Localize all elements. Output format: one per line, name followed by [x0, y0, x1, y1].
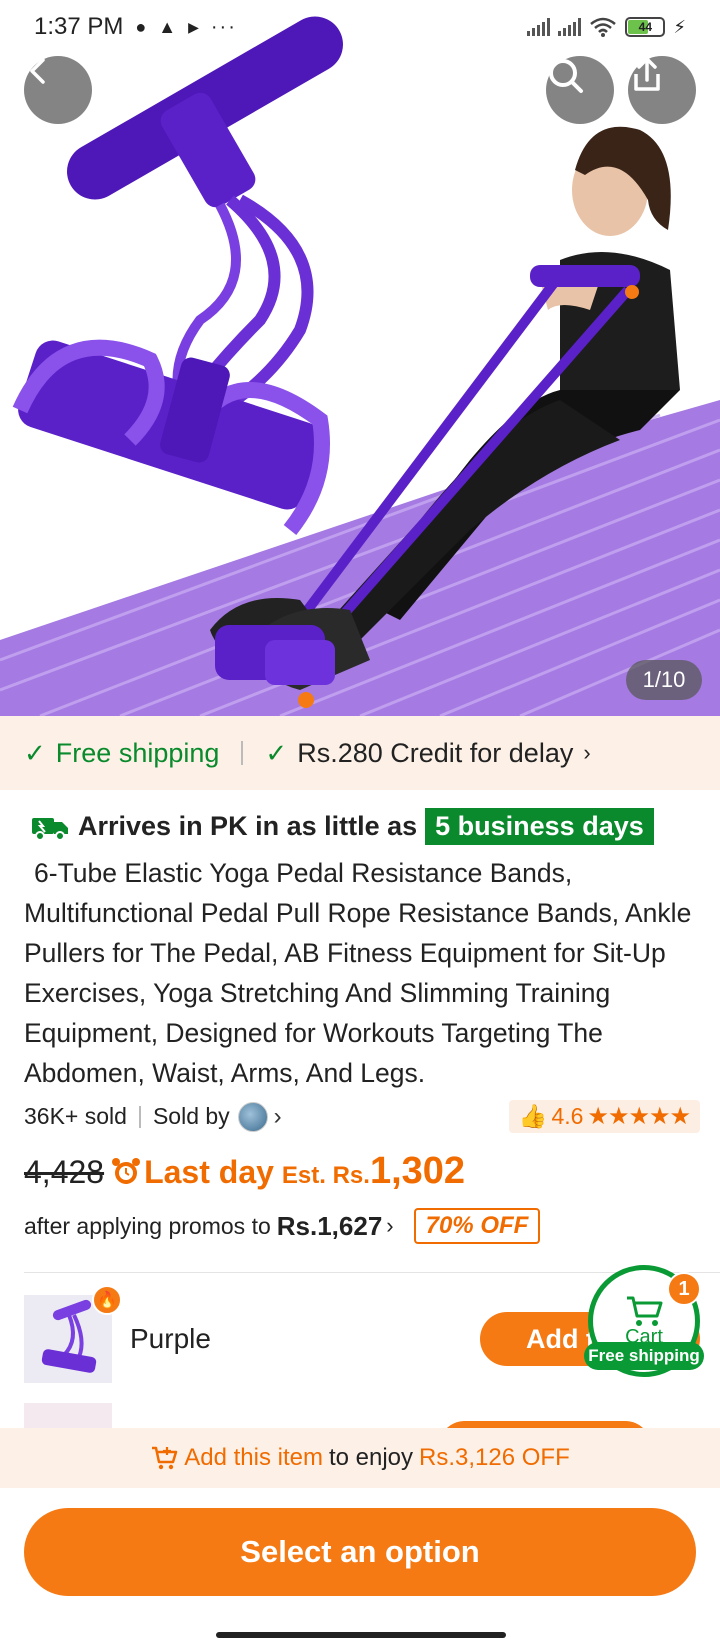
chevron-right-icon: ›: [583, 740, 591, 765]
battery-level: 44: [638, 20, 653, 34]
shipping-strip[interactable]: ✓ Free shipping ✓ Rs.280 Credit for dela…: [0, 716, 720, 790]
est-label: Est. Rs.: [281, 1162, 370, 1189]
sold-row: 36K+ sold Sold by › 👍 4.6 ★★★★★: [24, 1100, 700, 1133]
promo-action: Add this item: [184, 1444, 323, 1471]
back-button[interactable]: [24, 56, 92, 124]
arrival-text: Arrives in PK in as little as: [78, 811, 418, 841]
thumbs-up-icon: 👍: [518, 1103, 548, 1129]
select-option-button[interactable]: Select an option: [24, 1508, 696, 1596]
search-button[interactable]: [546, 56, 614, 124]
check-icon: ✓: [265, 737, 288, 768]
product-photo: [0, 16, 720, 716]
promo-price: Rs.1,627: [276, 1210, 383, 1241]
charging-icon: ⚡: [673, 16, 686, 37]
sold-by-label: Sold by: [152, 1103, 230, 1129]
signal-icon: [558, 18, 582, 36]
add-item-promo-banner[interactable]: Add this item to enjoy Rs.3,126 OFF: [0, 1428, 720, 1488]
rating-value: 4.6: [551, 1103, 584, 1129]
truck-icon: [32, 817, 68, 841]
back-icon: [30, 58, 45, 84]
share-button[interactable]: [628, 56, 696, 124]
status-time: 1:37 PM: [34, 13, 124, 40]
discount-badge: 70% OFF: [413, 1208, 541, 1244]
last-day-label: Last day: [144, 1154, 274, 1190]
option-thumbnail: 🔥: [24, 1285, 122, 1383]
arrival-info: Arrives in PK in as little as 5 business…: [30, 808, 654, 845]
flame-icon: 🔥: [92, 1285, 122, 1315]
home-indicator[interactable]: [216, 1632, 506, 1638]
chevron-right-icon: ›: [386, 1213, 394, 1238]
play-icon: ▶: [188, 18, 199, 35]
option-row[interactable]: [24, 1403, 700, 1428]
check-icon: ✓: [24, 737, 46, 768]
alarm-clock-icon: [112, 1157, 141, 1184]
price-row: 4,428 Last day Est. Rs. 1,302: [24, 1150, 465, 1193]
estimated-price: 1,302: [369, 1150, 466, 1192]
share-icon: [634, 57, 660, 91]
promo-amount: Rs.3,126 OFF: [419, 1444, 570, 1471]
snapchat-icon: ▲: [158, 16, 177, 37]
original-price: 4,428: [24, 1154, 105, 1190]
wifi-icon: [590, 17, 617, 37]
cart-icon: [627, 1296, 663, 1326]
seller-avatar[interactable]: [237, 1101, 268, 1132]
image-counter: 1/10: [626, 660, 702, 700]
cart-free-shipping-badge: Free shipping: [584, 1342, 704, 1370]
product-title: 6-Tube Elastic Yoga Pedal Resistance Ban…: [24, 858, 692, 1088]
divider: [241, 741, 244, 765]
rating-badge[interactable]: 👍 4.6 ★★★★★: [508, 1100, 700, 1133]
rating-stars: ★★★★★: [587, 1103, 691, 1130]
cart-count-badge: 1: [667, 1272, 701, 1306]
product-image-carousel[interactable]: 1/10: [0, 0, 720, 716]
promo-text: after applying promos to: [24, 1212, 271, 1239]
option-thumbnail: [24, 1403, 112, 1428]
sold-count: 36K+ sold: [24, 1103, 127, 1129]
chat-icon: ●: [135, 16, 147, 37]
arrival-days-badge: 5 business days: [425, 808, 654, 845]
more-dots-icon: ···: [210, 15, 237, 38]
option-image: [24, 1403, 112, 1428]
free-shipping-label: Free shipping: [55, 737, 220, 768]
status-bar: 1:37 PM ● ▲ ▶ ··· 44 ⚡: [0, 0, 720, 54]
battery-icon: 44: [625, 17, 666, 37]
promo-middle: to enjoy: [328, 1444, 414, 1471]
chevron-right-icon[interactable]: ›: [274, 1103, 282, 1131]
cart-add-icon: [152, 1446, 178, 1470]
option-label: Purple: [130, 1323, 211, 1354]
signal-icon: [527, 18, 551, 36]
delay-credit-label: Rs.280 Credit for delay: [297, 737, 574, 768]
promo-row[interactable]: after applying promos to Rs.1,627 › 70% …: [24, 1208, 541, 1244]
add-to-cart-button[interactable]: [438, 1421, 652, 1428]
divider: [138, 1105, 141, 1128]
search-icon: [549, 59, 583, 93]
